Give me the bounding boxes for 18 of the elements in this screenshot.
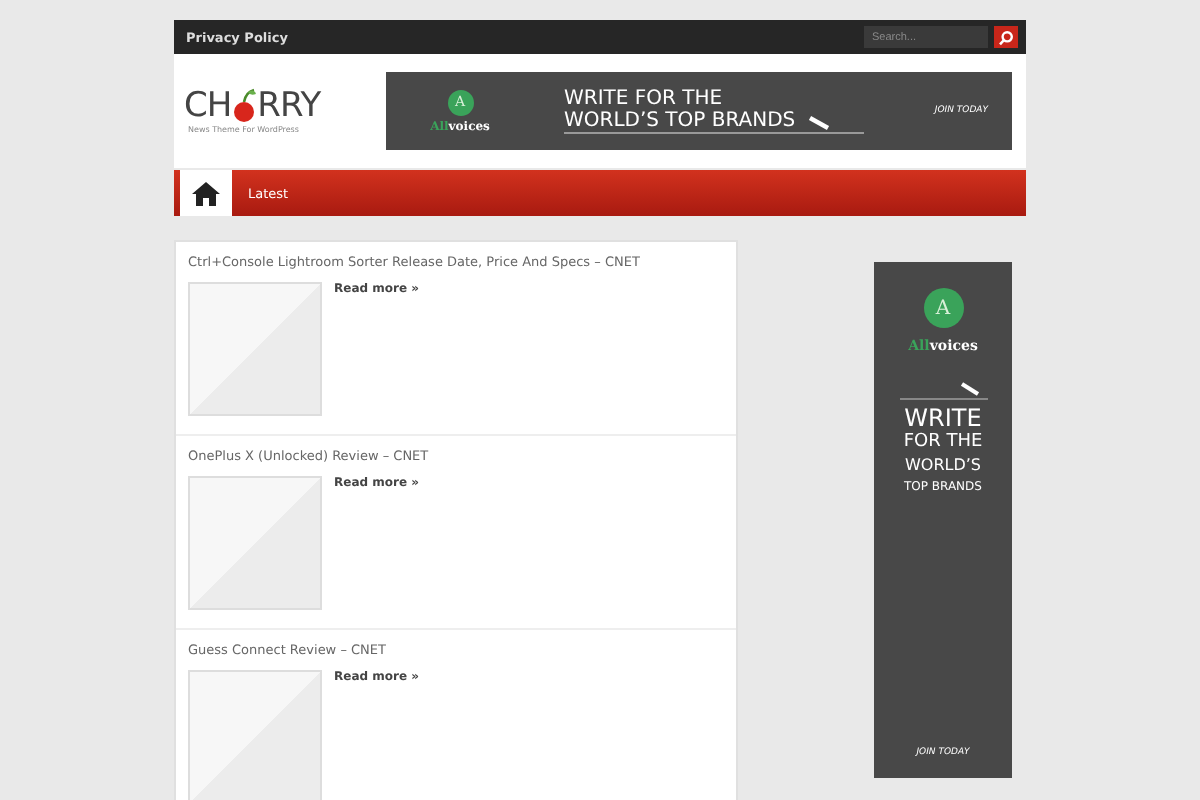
- home-tab[interactable]: [180, 170, 232, 216]
- search-icon: [998, 29, 1014, 45]
- ad-headline: FOR THE: [903, 432, 983, 454]
- thumbnail-placeholder[interactable]: [188, 670, 322, 800]
- logo-text: CH: [184, 88, 232, 124]
- ad-headline: WRITE FOR THE: [564, 88, 725, 110]
- logo-text: RRY: [257, 88, 321, 124]
- thumbnail-placeholder[interactable]: [188, 476, 322, 610]
- ad-headline: WRITE: [904, 406, 982, 432]
- ad-headline: WORLD’S TOP BRANDS: [564, 110, 796, 132]
- search-button[interactable]: [994, 26, 1018, 48]
- thumbnail-placeholder[interactable]: [188, 282, 322, 416]
- home-icon: [192, 181, 220, 205]
- speech-bubble-icon: A: [923, 288, 963, 328]
- ad-headline: WORLD’S: [904, 454, 981, 476]
- pen-icon: [807, 116, 832, 132]
- pen-icon: [960, 382, 980, 396]
- cherry-icon: [231, 88, 258, 124]
